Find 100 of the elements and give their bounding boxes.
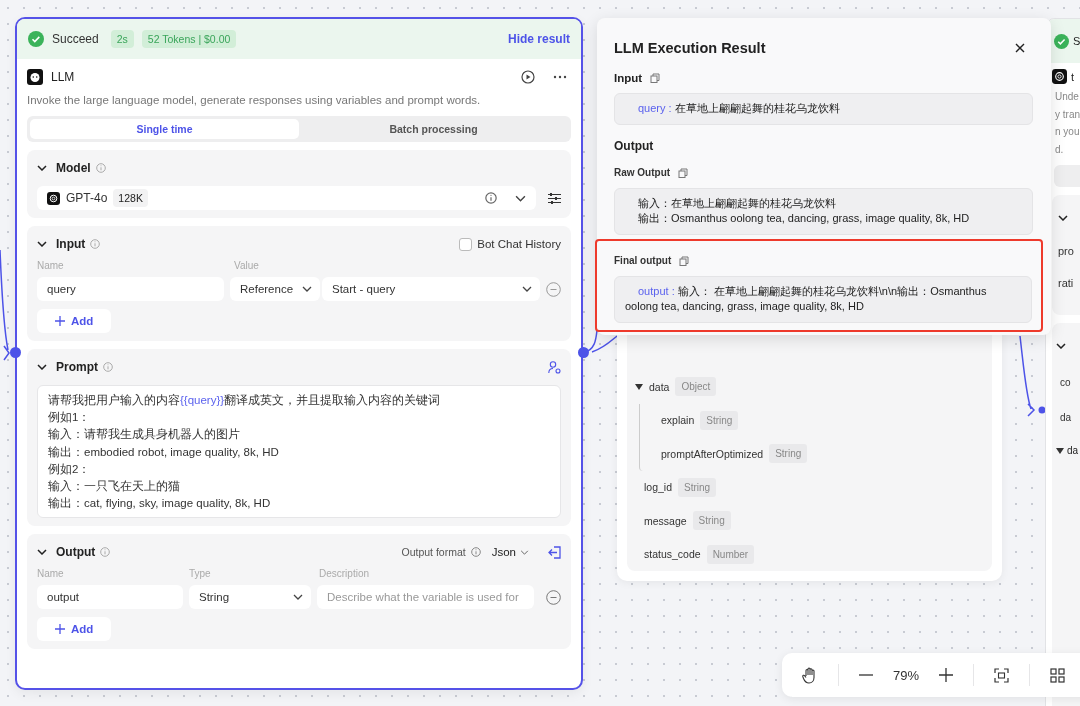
info-icon (103, 362, 113, 372)
prompt-line: 请帮我把用户输入的内容{{query}}翻译成英文，并且提取输入内容的关键词 (48, 393, 442, 408)
type-select[interactable]: String (189, 585, 311, 610)
field-name: message (644, 514, 687, 527)
llm-node[interactable] (15, 17, 583, 690)
add-button[interactable]: Add (37, 617, 112, 642)
plus-icon (55, 624, 65, 635)
bot-logo-icon (27, 69, 43, 85)
add-button[interactable]: Add (37, 309, 112, 333)
field-name: data (649, 380, 670, 393)
prompt-editor[interactable]: 请帮我把用户输入的内容{{query}}翻译成英文，并且提取输入内容的关键词 例如1： 输入：请帮我生成具身机器人的图片 输出：embodied robot, image quality, 8k, HD 例如2： 输入：一只飞在天上的猫 输出：cat, flying, sky, image quality, 8k, HD (37, 385, 561, 519)
close-icon[interactable] (1015, 43, 1025, 53)
name-field[interactable]: query (37, 277, 224, 301)
type-tag: String (692, 511, 731, 531)
success-icon (28, 31, 44, 47)
success-icon (1054, 33, 1069, 49)
chevron-down-icon[interactable] (1058, 215, 1068, 221)
hide-result-link[interactable]: Hide result (508, 32, 570, 46)
node-description: Invoke the large language model, generate responses using variables and prompt words. (27, 94, 482, 106)
dialog-title: LLM Execution Result (614, 40, 766, 56)
import-icon[interactable] (548, 545, 561, 559)
copy-icon[interactable] (678, 167, 689, 178)
grid-icon[interactable] (1050, 667, 1066, 683)
chevron-down-icon[interactable] (37, 241, 47, 247)
section-title: Input (614, 72, 643, 84)
chevron-down-icon (522, 286, 532, 292)
mode-tab[interactable]: Single time (30, 119, 299, 139)
prompt-line: 例如1： (48, 410, 92, 426)
result-text: 输出：Osmanthus oolong tea, dancing, grass, image quality, 8k, HD (637, 211, 971, 226)
description-line: Unde (1055, 90, 1080, 104)
zoom-level: 79% (893, 667, 920, 683)
settings-icon[interactable] (548, 192, 561, 204)
user-settings-icon[interactable] (548, 360, 561, 374)
value-mode-select[interactable]: Reference (230, 277, 320, 301)
type-tag: String (700, 410, 739, 430)
chevron-down-icon (293, 594, 303, 601)
run-icon[interactable] (521, 70, 535, 84)
model-name: GPT-4o (66, 191, 108, 205)
section-title: Raw Output (614, 167, 671, 178)
checkbox-label: Bot Chat History (477, 238, 561, 250)
remove-icon[interactable] (546, 589, 561, 605)
chevron-down-icon[interactable] (37, 549, 47, 556)
field-name: rati (1058, 277, 1075, 289)
node-title: t (1071, 70, 1075, 83)
port-dot[interactable] (1038, 406, 1046, 414)
column-header: Value (234, 260, 259, 271)
field-name: pro (1058, 245, 1075, 257)
status-label: Succeed (52, 32, 99, 46)
description-line: n you (1055, 125, 1080, 139)
value-select[interactable]: Start - query (322, 277, 540, 301)
expand-triangle-icon[interactable] (635, 383, 643, 390)
copy-icon[interactable] (650, 73, 661, 83)
chevron-down-icon[interactable] (1056, 343, 1066, 349)
section-title: Final output (614, 255, 672, 266)
type-tag: String (769, 444, 808, 464)
more-icon[interactable] (553, 75, 567, 79)
field-name: da (1060, 412, 1073, 423)
result-text: 输入：在草地上翩翩起舞的桂花乌龙饮料 (637, 195, 837, 211)
fit-view-icon[interactable] (994, 667, 1010, 683)
format-select[interactable]: Json (491, 546, 529, 559)
chevron-down-icon[interactable] (37, 364, 47, 370)
model-logo-icon (47, 191, 60, 205)
zoom-in-icon[interactable] (939, 668, 954, 682)
type-tag: String (678, 477, 717, 497)
column-header: Type (189, 568, 212, 580)
context-tag: 128K (113, 189, 148, 207)
port-dot[interactable] (578, 347, 589, 358)
field-name: promptAfterOptimized (661, 447, 764, 460)
mode-tab[interactable]: Batch processing (299, 119, 568, 139)
info-icon (485, 192, 497, 204)
node-title: LLM (51, 70, 75, 84)
model-select[interactable]: GPT-4o 128K (37, 186, 536, 210)
chevron-down-icon[interactable] (37, 165, 47, 171)
prompt-line: 例如2： (48, 461, 92, 477)
info-icon (470, 547, 481, 558)
column-header: Name (37, 260, 65, 271)
prompt-line: 输入：请帮我生成具身机器人的图片 (48, 427, 241, 443)
field-name: status_code (644, 548, 701, 561)
usage-tag: 52 Tokens | $0.00 (141, 30, 237, 48)
section-title: Input (56, 237, 86, 251)
info-icon (100, 547, 111, 558)
copy-icon[interactable] (679, 255, 690, 266)
name-field[interactable]: output (37, 585, 183, 610)
hand-icon[interactable] (802, 666, 818, 684)
description-field[interactable]: Describe what the variable is used for (317, 585, 534, 610)
info-icon (90, 239, 101, 249)
description-line: d. (1055, 142, 1065, 157)
prompt-line: 输入：一只飞在天上的猫 (48, 479, 181, 494)
section-title: Output (614, 138, 655, 153)
plus-icon (55, 316, 65, 326)
expand-triangle-icon[interactable] (1056, 447, 1064, 454)
checkbox[interactable] (459, 237, 473, 251)
result-text: query : 在草地上翩翩起舞的桂花乌龙饮料 (637, 101, 841, 116)
type-tag: Number (706, 544, 755, 564)
prompt-line: 输出：embodied robot, image quality, 8k, HD (48, 444, 280, 460)
prompt-line: 输出：cat, flying, sky, image quality, 8k, HD (48, 496, 272, 512)
duration-tag: 2s (110, 30, 134, 48)
port-dot[interactable] (10, 347, 21, 358)
type-tag: Object (675, 377, 717, 397)
format-label: Output format (401, 546, 466, 559)
